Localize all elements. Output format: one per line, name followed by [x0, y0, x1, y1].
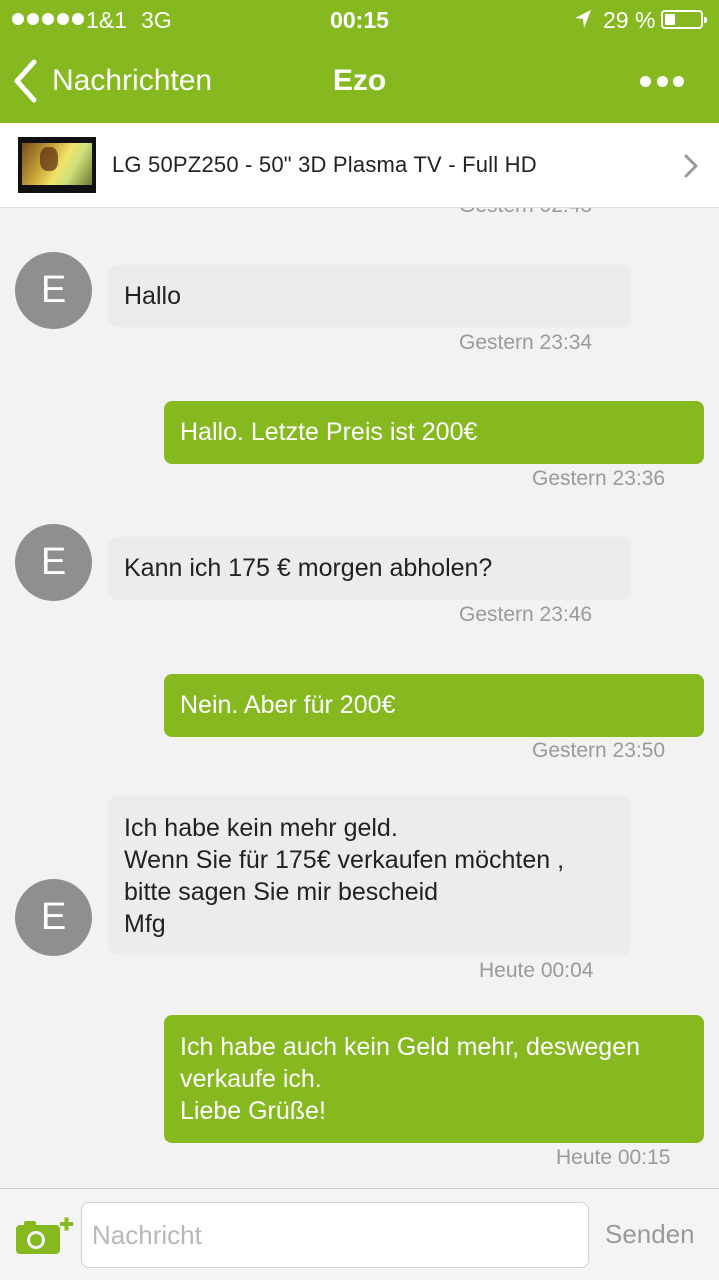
message-list[interactable]: Gestern 02:48 E Hallo Gestern 23:34 Hall… [0, 208, 719, 1188]
avatar[interactable]: E [15, 879, 92, 956]
outgoing-message: Hallo. Letzte Preis ist 200€ [164, 401, 704, 464]
message-timestamp: Gestern 23:46 [459, 603, 593, 626]
send-button[interactable]: Senden [605, 1219, 695, 1250]
composer-bar: Senden [0, 1188, 719, 1280]
more-dots-icon[interactable] [640, 76, 684, 90]
incoming-message: Ich habe kein mehr geld. Wenn Sie für 17… [108, 796, 631, 955]
conversation-title: Ezo [332, 64, 387, 97]
status-bar: 1&1 3G 00:15 29 % [0, 0, 719, 40]
message-timestamp: Heute 00:15 [556, 1146, 671, 1169]
partial-timestamp: Gestern 02:48 [459, 208, 592, 218]
incoming-message: Kann ich 175 € morgen abholen? [108, 537, 631, 600]
battery-fill [665, 14, 675, 25]
product-thumbnail [18, 137, 96, 193]
message-timestamp: Gestern 23:36 [532, 467, 666, 490]
outgoing-message: Ich habe auch kein Geld mehr, deswegen v… [164, 1015, 704, 1143]
outgoing-message: Nein. Aber für 200€ [164, 674, 704, 737]
message-input[interactable] [81, 1202, 589, 1268]
message-timestamp: Gestern 23:34 [459, 331, 593, 354]
battery-percentage: 29 % [603, 7, 656, 33]
message-timestamp: Heute 00:04 [479, 959, 594, 982]
avatar[interactable]: E [15, 524, 92, 601]
location-arrow-icon [575, 10, 591, 28]
camera-plus-icon[interactable] [14, 1216, 74, 1256]
message-timestamp: Gestern 23:50 [532, 739, 666, 762]
top-bar: 1&1 3G 00:15 29 % Nachrichten Ezo [0, 0, 719, 123]
battery-icon [661, 10, 707, 29]
incoming-message: Hallo [108, 265, 631, 327]
chevron-right-icon [684, 154, 698, 178]
product-listing-bar[interactable]: LG 50PZ250 - 50" 3D Plasma TV - Full HD [0, 123, 719, 208]
avatar[interactable]: E [15, 252, 92, 329]
product-title: LG 50PZ250 - 50" 3D Plasma TV - Full HD [112, 152, 537, 177]
